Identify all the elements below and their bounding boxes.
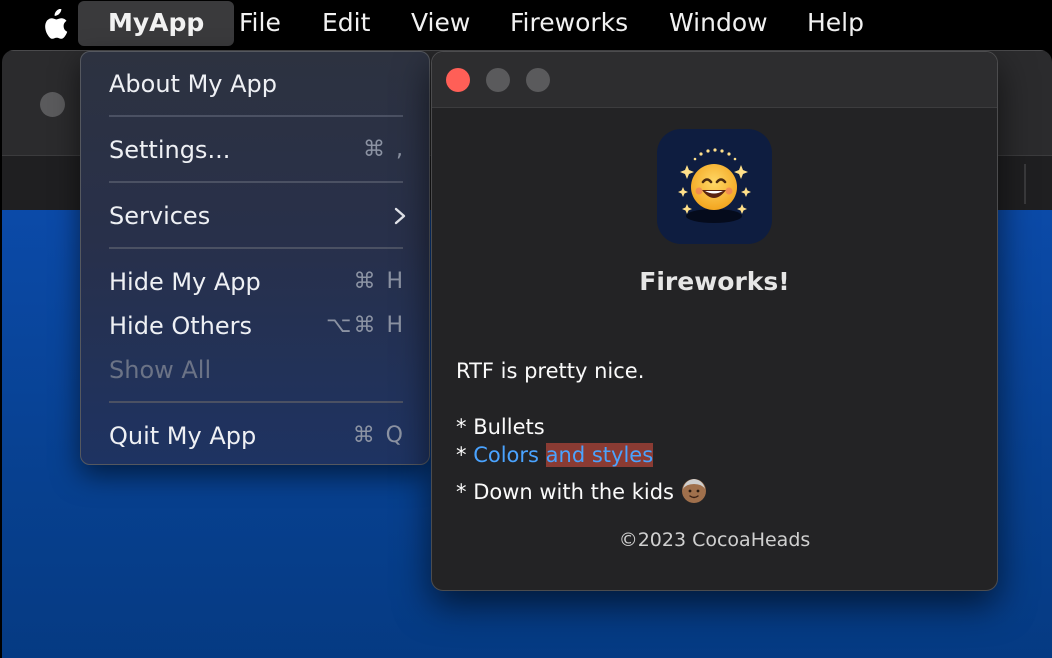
menu-item-quit-label: Quit My App — [109, 422, 257, 450]
bullet-prefix: * — [456, 480, 474, 504]
menu-item-hide[interactable]: Hide My App ⌘ H — [109, 262, 409, 302]
menu-item-quit[interactable]: Quit My App ⌘ Q — [109, 416, 409, 456]
menu-item-settings-label: Settings... — [109, 136, 231, 164]
menu-fireworks[interactable]: Fireworks — [510, 0, 628, 46]
chevron-right-icon — [394, 207, 406, 225]
minimize-button — [486, 68, 510, 92]
fireworks-app-icon — [657, 129, 772, 244]
menu-item-settings[interactable]: Settings... ⌘ , — [109, 130, 409, 170]
quit-shortcut: ⌘ Q — [352, 423, 405, 448]
menu-separator — [109, 247, 403, 249]
zoom-button — [526, 68, 550, 92]
menu-item-show-all: Show All — [109, 350, 409, 390]
bullet-1: * Bullets — [456, 415, 545, 439]
apple-logo-icon[interactable] — [40, 9, 68, 41]
bullet-prefix: * — [456, 415, 474, 439]
rtf-line-1: RTF is pretty nice. — [456, 359, 645, 383]
menu-help[interactable]: Help — [807, 0, 864, 46]
bullet-prefix: * — [456, 443, 474, 467]
app-menu-dropdown: About My App Settings... ⌘ , Services Hi… — [80, 51, 430, 465]
smiley-fireworks-icon — [678, 148, 751, 223]
close-button[interactable] — [446, 68, 470, 92]
toolbar-divider — [1024, 164, 1026, 204]
menu-bar: MyApp File Edit View Fireworks Window He… — [0, 0, 1052, 48]
older-man-emoji-icon — [681, 479, 706, 503]
hide-others-shortcut: ⌥⌘ H — [326, 313, 405, 338]
about-window: Fireworks! RTF is pretty nice. * Bullets… — [431, 51, 998, 591]
menu-myapp[interactable]: MyApp — [78, 1, 235, 46]
bullet-3: * Down with the kids — [456, 478, 707, 504]
menu-item-hide-label: Hide My App — [109, 268, 261, 296]
menu-file[interactable]: File — [239, 0, 281, 46]
copyright-text: ©2023 CocoaHeads — [618, 529, 811, 551]
bullet-3-text: Down with the kids — [473, 480, 674, 504]
colors-link[interactable]: Colors — [473, 443, 539, 467]
menu-item-about-label: About My App — [109, 70, 278, 98]
menu-separator — [109, 401, 403, 403]
about-window-titlebar[interactable] — [432, 52, 997, 108]
bullet-2: * Colors and styles — [456, 443, 654, 467]
menu-edit[interactable]: Edit — [322, 0, 370, 46]
background-window-button[interactable] — [40, 92, 65, 117]
menu-item-hide-others[interactable]: Hide Others ⌥⌘ H — [109, 306, 409, 346]
app-title: Fireworks! — [639, 267, 790, 296]
menu-separator — [109, 181, 403, 183]
menu-item-about[interactable]: About My App — [109, 64, 409, 104]
settings-shortcut: ⌘ , — [363, 137, 405, 162]
menu-item-services-label: Services — [109, 202, 211, 230]
menu-item-hide-others-label: Hide Others — [109, 312, 252, 340]
styles-highlighted-text[interactable]: and styles — [545, 443, 654, 467]
hide-shortcut: ⌘ H — [353, 269, 405, 294]
menu-window[interactable]: Window — [669, 0, 768, 46]
bullet-1-text: Bullets — [473, 415, 545, 439]
menu-separator — [109, 115, 403, 117]
menu-item-services[interactable]: Services — [109, 196, 409, 236]
menu-item-show-all-label: Show All — [109, 356, 212, 384]
menu-view[interactable]: View — [411, 0, 470, 46]
